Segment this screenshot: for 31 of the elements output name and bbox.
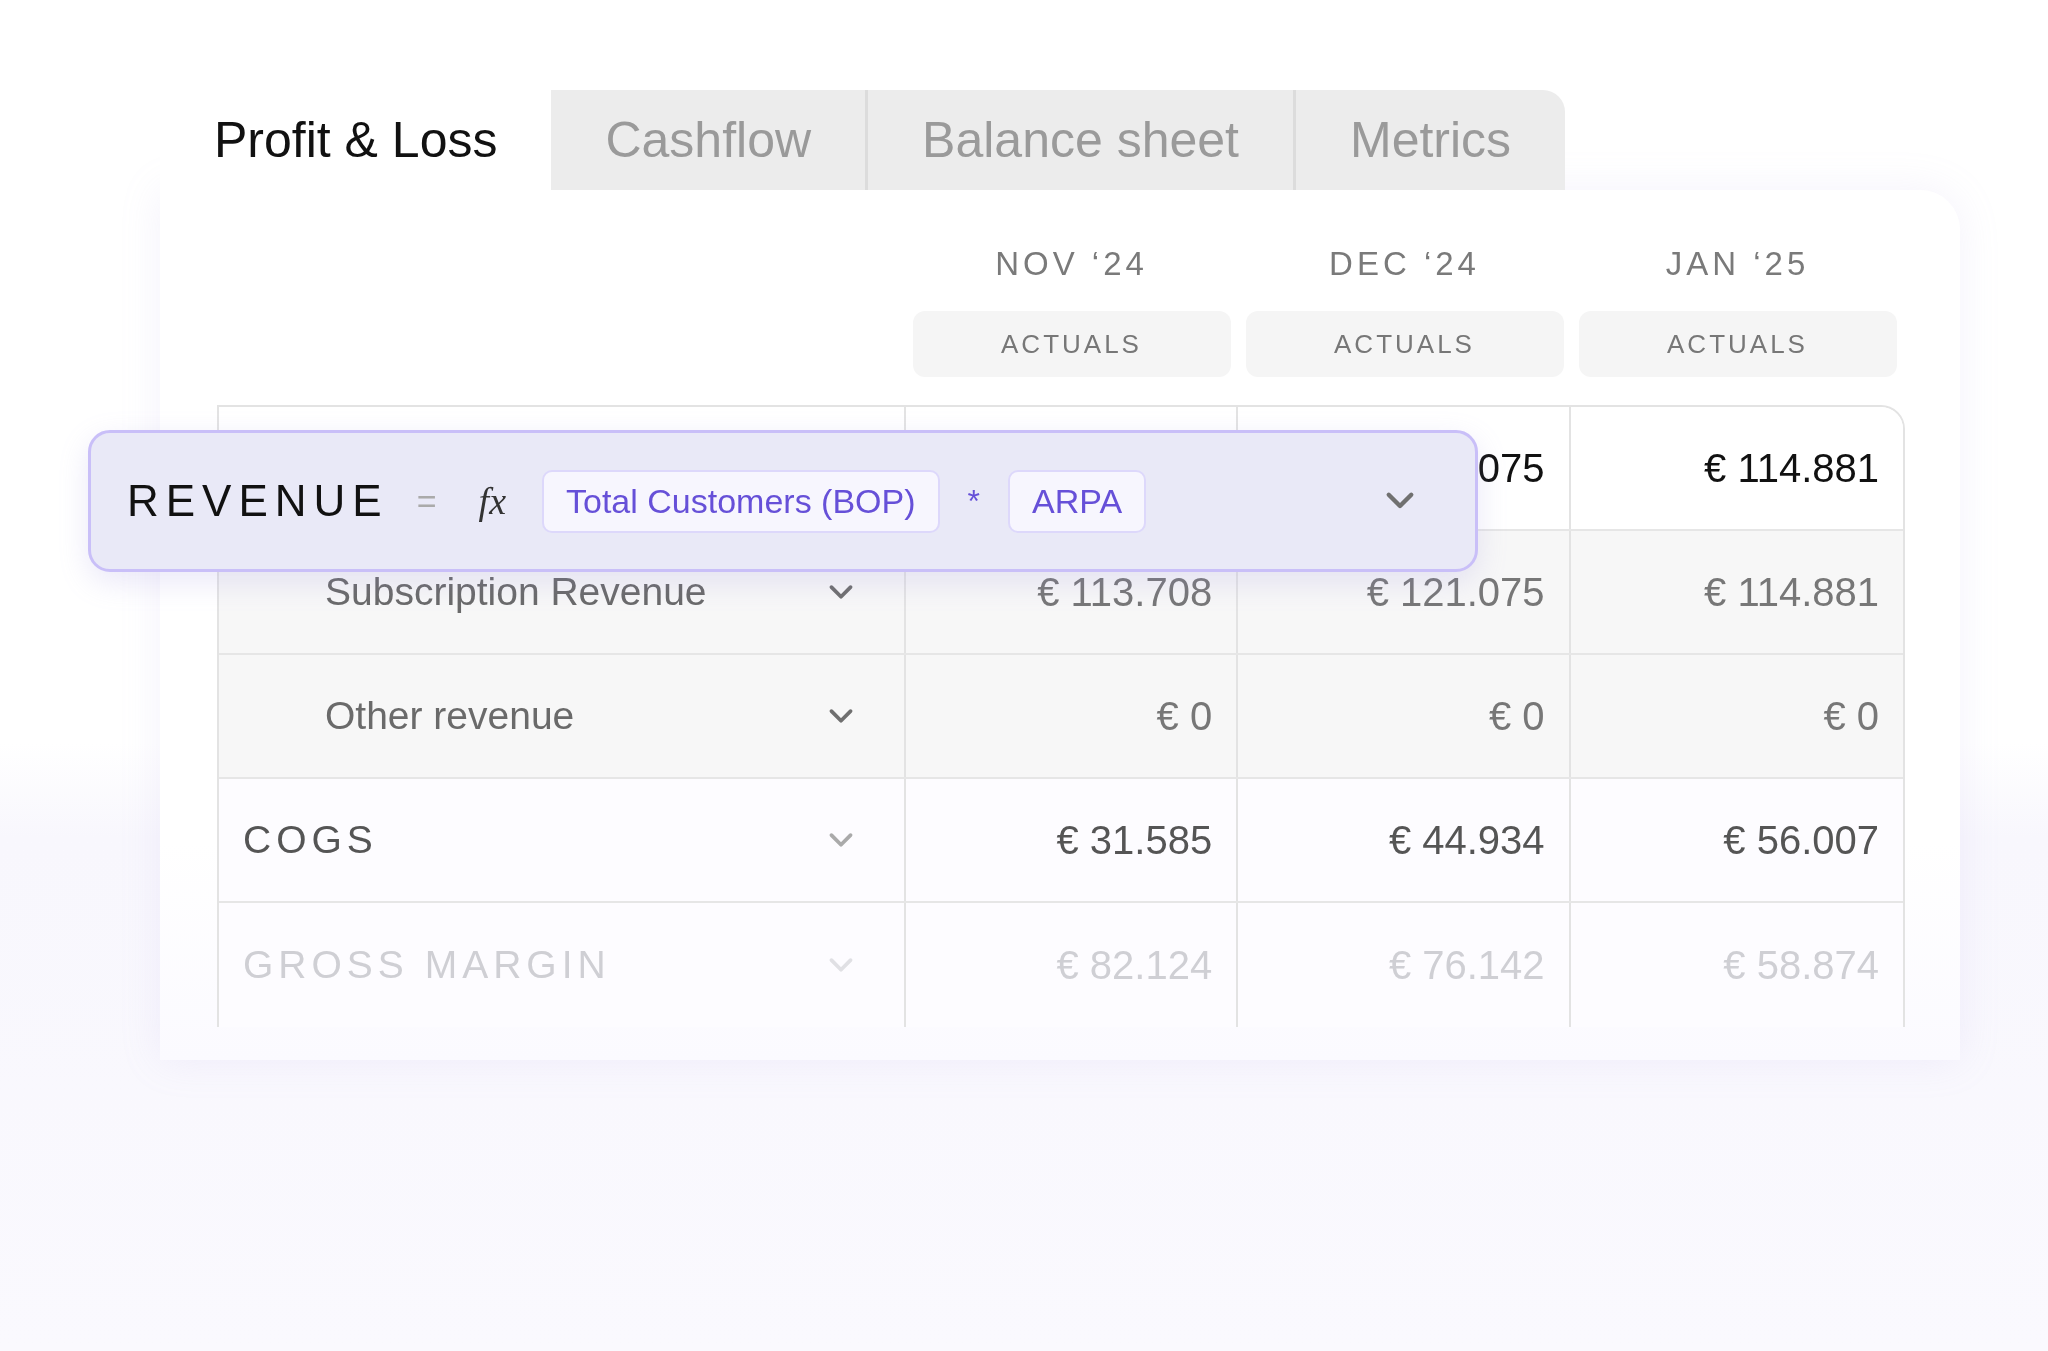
table-cell: € 44.934 [1388,817,1545,863]
row-label: Subscription Revenue [324,570,707,614]
chevron-icon[interactable] [827,707,854,725]
row-label: Other revenue [324,694,575,738]
formula-token[interactable]: ARPA [1008,469,1147,533]
chevron-icon[interactable] [827,583,854,601]
actuals-label: ACTUALS [912,311,1231,377]
table-cell: € 31.585 [1056,817,1213,863]
table-cell: € 121.075 [1366,569,1545,615]
formula-token[interactable]: Total Customers (BOP) [542,469,940,533]
table-cell: € 0 [1156,693,1213,739]
metric-name: REVENUE [127,476,389,526]
month-header: DEC ‘24 [1329,245,1480,283]
table-cell: € 0 [1823,693,1879,739]
table-cell: € 0 [1489,693,1545,739]
actuals-label: ACTUALS [1578,311,1897,377]
table-cell: € 56.007 [1723,817,1879,863]
table-cell: € 113.708 [1037,569,1213,615]
chevron-icon[interactable] [1385,491,1415,511]
table-cell: 075 [1477,445,1545,491]
month-header: JAN ‘25 [1665,245,1810,283]
equals-sign: = [416,481,437,521]
fx-label: fx [478,479,506,523]
formula-bar[interactable]: REVENUE = fx Total Customers (BOP) * ARPA [88,430,1478,572]
actuals-label: ACTUALS [1245,311,1564,377]
operator: * [967,482,980,520]
table-cell: € 114.881 [1704,445,1879,491]
table-cell: € 114.881 [1704,569,1879,615]
chevron-icon[interactable] [827,831,854,849]
row-label: COGS [243,818,378,862]
month-header: NOV ‘24 [995,245,1148,283]
